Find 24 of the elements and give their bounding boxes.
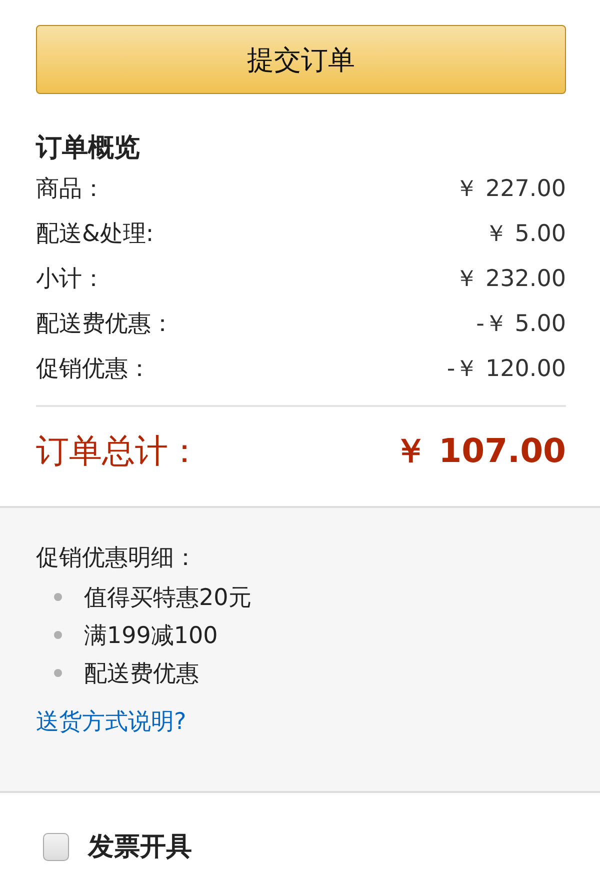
promotion-item: 值得买特惠20元	[84, 584, 252, 612]
summary-label: 小计：	[36, 265, 105, 294]
promotion-item: 配送费优惠	[84, 660, 199, 688]
promotion-item: 满199减100	[84, 622, 218, 650]
summary-amount: -￥ 5.00	[476, 310, 566, 339]
summary-label: 商品：	[36, 175, 105, 204]
invoice-checkbox[interactable]	[43, 832, 69, 860]
bullet-icon	[54, 631, 62, 639]
summary-label: 配送&处理:	[36, 220, 154, 249]
total-amount: ￥ 107.00	[394, 430, 566, 472]
summary-amount: ￥ 5.00	[484, 220, 566, 249]
summary-amount: -￥ 120.00	[446, 355, 566, 384]
summary-heading: 订单概览	[36, 132, 141, 165]
bullet-icon	[54, 669, 62, 677]
bullet-icon	[54, 593, 62, 601]
summary-amount: ￥ 227.00	[455, 175, 566, 204]
summary-amount: ￥ 232.00	[455, 265, 566, 294]
promotion-title: 促销优惠明细：	[36, 544, 198, 573]
total-label: 订单总计：	[36, 430, 201, 472]
summary-label: 促销优惠：	[36, 355, 151, 384]
delivery-info-link[interactable]: 送货方式说明?	[36, 702, 186, 742]
submit-order-button[interactable]: 提交订单	[36, 25, 566, 94]
summary-label: 配送费优惠：	[36, 310, 174, 339]
invoice-label: 发票开具	[88, 831, 192, 864]
